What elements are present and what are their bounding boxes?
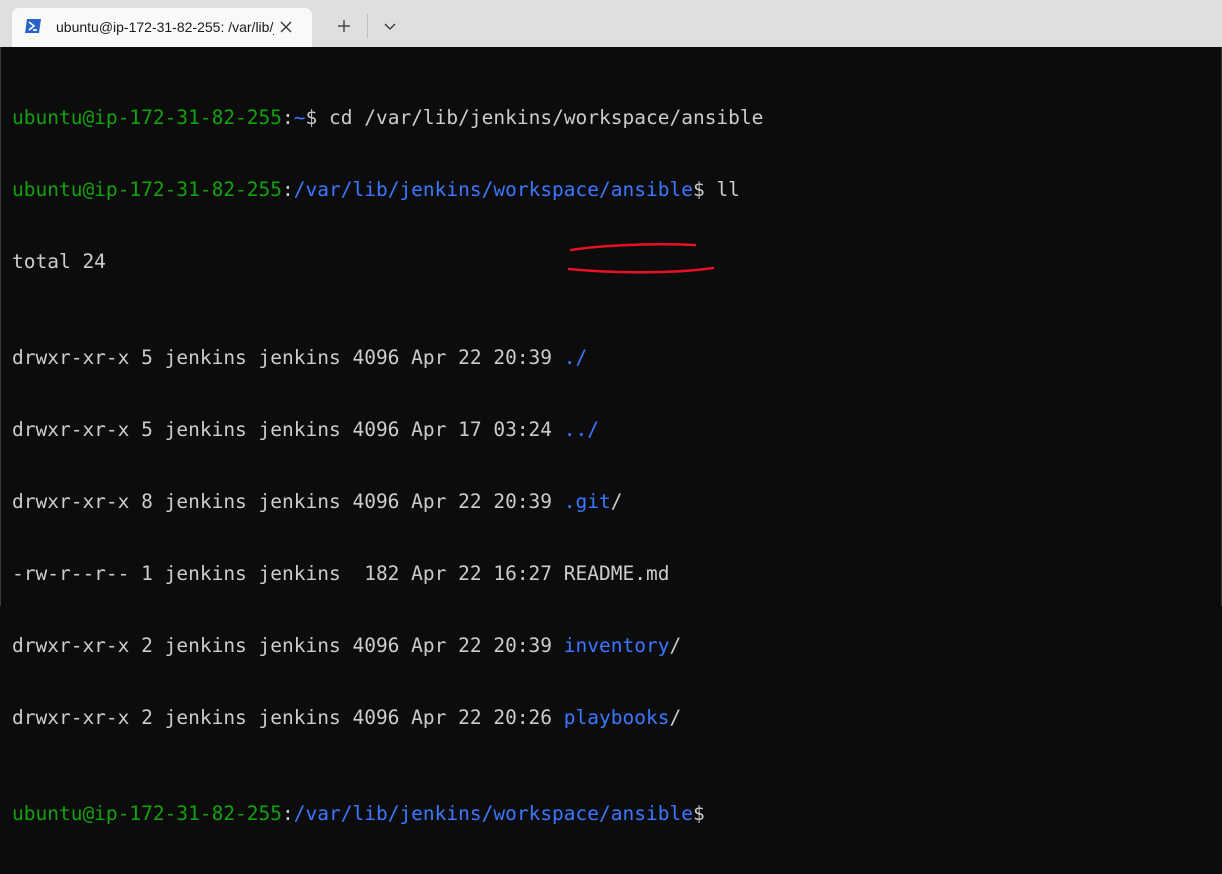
listing-row: -rw-r--r-- 1 jenkins jenkins 182 Apr 22 … bbox=[12, 562, 763, 586]
listing-name: inventory bbox=[563, 634, 670, 657]
total-line: total 24 bbox=[12, 250, 106, 273]
prompt-line-2: ubuntu@ip-172-31-82-255:/var/lib/jenkins… bbox=[12, 178, 763, 202]
listing-row: drwxr-xr-x 5 jenkins jenkins 4096 Apr 22… bbox=[12, 346, 763, 370]
prompt-user: ubuntu@ip-172-31-82-255 bbox=[12, 106, 283, 129]
listing-meta: drwxr-xr-x 5 jenkins jenkins 4096 Apr 22… bbox=[12, 346, 564, 369]
tab-title: ubuntu@ip-172-31-82-255: /var/lib/jenkin… bbox=[56, 19, 274, 35]
prompt-path: /var/lib/jenkins/workspace/ansible bbox=[293, 178, 693, 201]
listing-row: drwxr-xr-x 2 jenkins jenkins 4096 Apr 22… bbox=[12, 706, 763, 730]
prompt-line-3: ubuntu@ip-172-31-82-255:/var/lib/jenkins… bbox=[12, 802, 763, 826]
prompt-sep: : bbox=[282, 802, 294, 825]
close-icon[interactable] bbox=[278, 19, 294, 35]
listing-row: drwxr-xr-x 8 jenkins jenkins 4096 Apr 22… bbox=[12, 490, 763, 514]
listing-slash: / bbox=[669, 706, 682, 729]
listing-meta: drwxr-xr-x 8 jenkins jenkins 4096 Apr 22… bbox=[12, 490, 564, 513]
listing-slash: / bbox=[610, 490, 623, 513]
plus-icon[interactable] bbox=[326, 12, 362, 40]
prompt-symbol: $ bbox=[305, 106, 330, 129]
chevron-down-icon[interactable] bbox=[372, 12, 408, 40]
terminal-tab[interactable]: ubuntu@ip-172-31-82-255: /var/lib/jenkin… bbox=[12, 8, 312, 47]
terminal-output[interactable]: ubuntu@ip-172-31-82-255:~$ cd /var/lib/j… bbox=[0, 47, 1222, 825]
command-text: cd /var/lib/jenkins/workspace/ansible bbox=[329, 106, 764, 129]
listing-name: ./ bbox=[563, 346, 588, 369]
listing-name: ../ bbox=[563, 418, 600, 441]
listing-name: playbooks bbox=[563, 706, 670, 729]
prompt-line-1: ubuntu@ip-172-31-82-255:~$ cd /var/lib/j… bbox=[12, 106, 763, 130]
prompt-sep: : bbox=[282, 106, 294, 129]
listing-row: drwxr-xr-x 2 jenkins jenkins 4096 Apr 22… bbox=[12, 634, 763, 658]
tab-bar: ubuntu@ip-172-31-82-255: /var/lib/jenkin… bbox=[0, 0, 1222, 47]
listing-meta: drwxr-xr-x 2 jenkins jenkins 4096 Apr 22… bbox=[12, 706, 564, 729]
listing-meta: drwxr-xr-x 2 jenkins jenkins 4096 Apr 22… bbox=[12, 634, 564, 657]
listing-meta: drwxr-xr-x 5 jenkins jenkins 4096 Apr 17… bbox=[12, 418, 564, 441]
prompt-symbol: $ bbox=[692, 178, 717, 201]
tab-separator bbox=[367, 14, 368, 38]
prompt-user: ubuntu@ip-172-31-82-255 bbox=[12, 178, 283, 201]
prompt-sep: : bbox=[282, 178, 294, 201]
prompt-user: ubuntu@ip-172-31-82-255 bbox=[12, 802, 283, 825]
command-text: ll bbox=[716, 178, 740, 201]
listing-row: drwxr-xr-x 5 jenkins jenkins 4096 Apr 17… bbox=[12, 418, 763, 442]
listing-name: README.md bbox=[563, 562, 670, 585]
prompt-path: ~ bbox=[293, 106, 306, 129]
listing-meta: -rw-r--r-- 1 jenkins jenkins 182 Apr 22 … bbox=[12, 562, 564, 585]
listing-name: .git bbox=[563, 490, 611, 513]
prompt-path: /var/lib/jenkins/workspace/ansible bbox=[293, 802, 693, 825]
powershell-icon bbox=[25, 19, 41, 33]
listing-slash: / bbox=[669, 634, 682, 657]
prompt-symbol: $ bbox=[692, 802, 705, 825]
